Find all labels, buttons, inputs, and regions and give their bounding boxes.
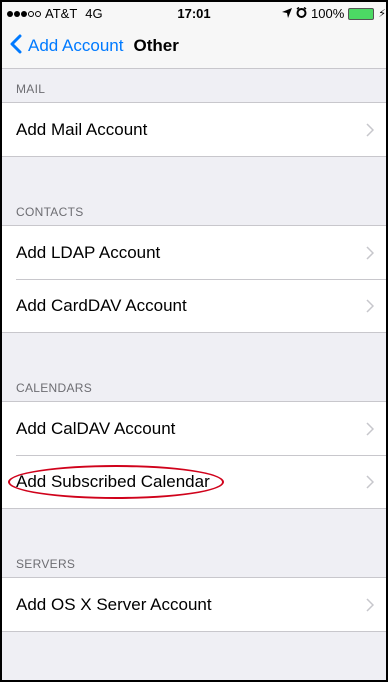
group-servers: Add OS X Server Account xyxy=(2,577,386,632)
section-header-contacts: CONTACTS xyxy=(16,205,84,219)
alarm-icon xyxy=(296,6,307,21)
add-caldav-account-row[interactable]: Add CalDAV Account xyxy=(2,402,386,455)
back-chevron-icon xyxy=(10,34,28,59)
back-button[interactable]: Add Account xyxy=(10,34,123,59)
row-label: Add Mail Account xyxy=(16,119,148,139)
group-contacts: Add LDAP Account Add CardDAV Account xyxy=(2,225,386,333)
group-mail: Add Mail Account xyxy=(2,102,386,157)
add-ldap-account-row[interactable]: Add LDAP Account xyxy=(2,226,386,279)
row-label: Add Subscribed Calendar xyxy=(8,464,224,499)
row-label: Add OS X Server Account xyxy=(16,594,212,614)
row-chevron-icon xyxy=(366,597,375,617)
charging-bolt-icon: ⚡ xyxy=(378,8,386,20)
row-chevron-icon xyxy=(366,245,375,265)
add-mail-account-row[interactable]: Add Mail Account xyxy=(2,103,386,156)
row-chevron-icon xyxy=(366,421,375,441)
location-arrow-icon xyxy=(282,6,293,21)
status-bar: AT&T 4G 17:01 100% ⚡ xyxy=(2,2,386,24)
phone-screen: AT&T 4G 17:01 100% ⚡ Add Account Other M… xyxy=(0,0,388,682)
section-header-servers: SERVERS xyxy=(16,557,76,571)
add-os-x-server-account-row[interactable]: Add OS X Server Account xyxy=(2,578,386,631)
add-subscribed-calendar-row[interactable]: Add Subscribed Calendar xyxy=(2,455,386,508)
row-label: Add CardDAV Account xyxy=(16,295,187,315)
section-header-mail: MAIL xyxy=(16,82,46,96)
navigation-bar: Add Account Other xyxy=(2,24,386,69)
section-header-calendars: CALENDARS xyxy=(16,381,93,395)
back-button-label: Add Account xyxy=(28,36,124,55)
add-carddav-account-row[interactable]: Add CardDAV Account xyxy=(2,279,386,332)
battery-icon xyxy=(348,7,375,20)
battery-percent: 100% xyxy=(311,6,345,21)
group-calendars: Add CalDAV Account Add Subscribed Calend… xyxy=(2,401,386,509)
status-time: 17:01 xyxy=(177,6,211,21)
row-chevron-icon xyxy=(366,122,375,142)
row-chevron-icon xyxy=(366,474,375,494)
page-title: Other xyxy=(133,36,179,55)
row-label: Add CalDAV Account xyxy=(16,418,176,438)
row-label: Add LDAP Account xyxy=(16,242,161,262)
row-chevron-icon xyxy=(366,298,375,318)
